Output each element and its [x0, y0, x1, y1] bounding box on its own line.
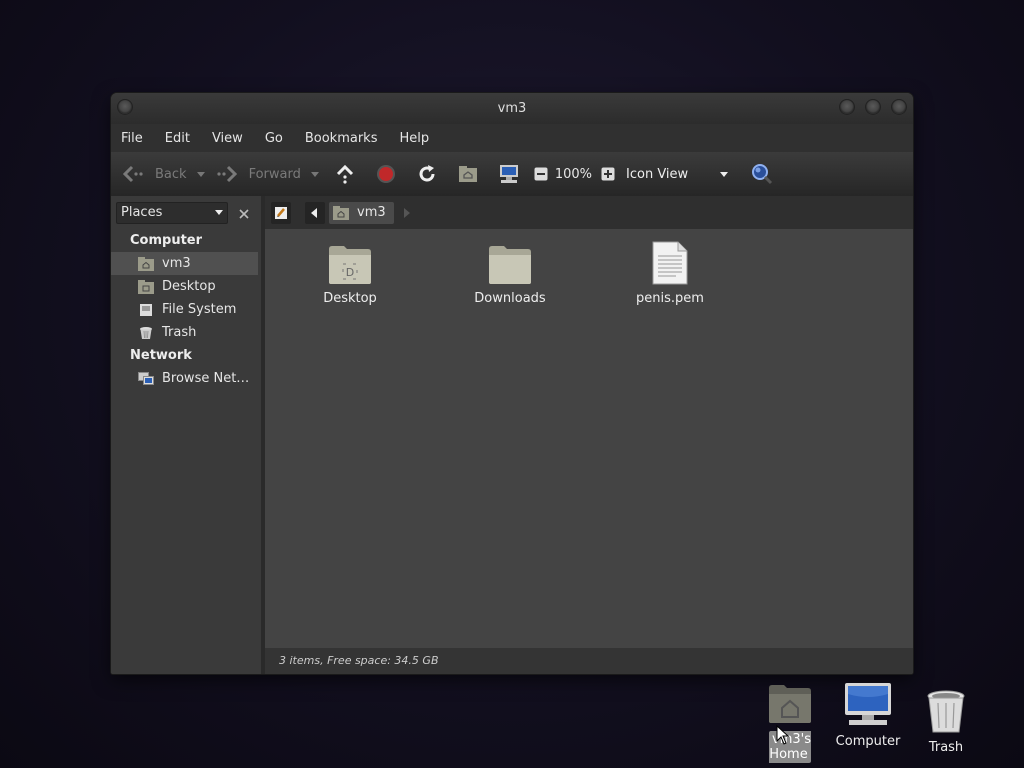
close-sidebar-icon[interactable]	[237, 206, 251, 220]
view-mode-label: Icon View	[626, 166, 689, 182]
zoom-in-icon[interactable]	[596, 162, 620, 186]
folder-icon	[450, 239, 570, 285]
places-selector-label: Places	[121, 205, 163, 220]
menu-bookmarks[interactable]: Bookmarks	[305, 131, 378, 146]
sidebar-item-trash[interactable]: Trash	[111, 321, 261, 344]
back-button[interactable]: Back	[121, 162, 187, 186]
chevron-down-icon	[215, 210, 223, 215]
search-icon[interactable]	[750, 162, 774, 186]
back-label: Back	[155, 166, 187, 182]
menu-view[interactable]: View	[212, 131, 243, 146]
desktop-icon-trash[interactable]: Trash	[914, 690, 978, 755]
toolbar: Back Forward 100% Icon View	[111, 152, 913, 196]
sidebar-item-label: Desktop	[162, 279, 216, 294]
reload-icon[interactable]	[415, 162, 439, 186]
sidebar-header: Places	[111, 196, 261, 229]
chevron-down-icon	[720, 171, 729, 177]
file-manager-window: vm3 File Edit View Go Bookmarks Help Bac…	[111, 93, 913, 674]
menu-file[interactable]: File	[121, 131, 143, 146]
svg-text:D: D	[346, 266, 354, 279]
minimize-button[interactable]	[839, 99, 855, 115]
sidebar-item-file-system[interactable]: File System	[111, 298, 261, 321]
home-icon[interactable]	[456, 162, 480, 186]
sidebar-section-computer: Computer	[130, 233, 203, 248]
desktop-icon-home[interactable]: vm3's Home	[748, 684, 832, 763]
sidebar-item-browse-network[interactable]: Browse Net…	[111, 367, 261, 390]
mouse-pointer-icon	[776, 724, 790, 749]
file-view[interactable]: D Desktop Downloads penis.pem	[265, 229, 913, 648]
file-item-downloads[interactable]: Downloads	[450, 239, 570, 306]
up-icon[interactable]	[333, 162, 357, 186]
stop-icon[interactable]	[374, 162, 398, 186]
home-folder-icon	[138, 256, 154, 272]
desktop-icon	[138, 279, 154, 295]
path-scroll-left-button[interactable]	[305, 201, 325, 224]
file-item-desktop[interactable]: D Desktop	[290, 239, 410, 306]
forward-history-dropdown[interactable]	[310, 171, 319, 177]
sidebar-item-desktop[interactable]: Desktop	[111, 275, 261, 298]
forward-label: Forward	[248, 166, 301, 182]
zoom-out-icon[interactable]	[529, 162, 553, 186]
back-history-dropdown[interactable]	[196, 171, 205, 177]
zoom-level: 100%	[554, 166, 593, 182]
maximize-button[interactable]	[865, 99, 881, 115]
sidebar-item-label: vm3	[162, 256, 191, 271]
status-bar: 3 items, Free space: 34.5 GB	[265, 648, 913, 674]
breadcrumb-label: vm3	[357, 205, 386, 220]
path-scroll-right-button[interactable]	[403, 203, 410, 222]
trash-icon	[914, 690, 978, 734]
file-name: penis.pem	[636, 291, 704, 306]
close-button[interactable]	[891, 99, 907, 115]
home-folder-icon	[333, 205, 349, 220]
title-bar[interactable]: vm3	[111, 93, 913, 124]
sidebar-item-label: Browse Net…	[162, 371, 250, 386]
file-item-penis-pem[interactable]: penis.pem	[610, 239, 730, 306]
sidebar-section-network: Network	[130, 348, 192, 363]
sidebar-item-label: Trash	[162, 325, 197, 340]
forward-button[interactable]: Forward	[215, 162, 301, 186]
sidebar-item-label: File System	[162, 302, 237, 317]
sidebar-item-vm3[interactable]: vm3	[111, 252, 258, 275]
path-bar: vm3	[265, 196, 913, 229]
file-name: Desktop	[323, 291, 377, 306]
sidebar: Places Computer vm3 Desktop File System …	[111, 196, 265, 674]
edit-location-icon[interactable]	[271, 201, 291, 224]
menu-edit[interactable]: Edit	[165, 131, 190, 146]
back-arrow-icon	[121, 162, 145, 186]
computer-icon	[834, 682, 902, 726]
file-name: Downloads	[474, 291, 546, 306]
trash-icon	[138, 325, 154, 341]
computer-icon[interactable]	[497, 162, 521, 186]
desktop-folder-icon: D	[290, 239, 410, 285]
home-folder-icon	[748, 684, 832, 724]
forward-arrow-icon	[215, 162, 239, 186]
breadcrumb-vm3[interactable]: vm3	[329, 201, 394, 224]
menu-help[interactable]: Help	[399, 131, 429, 146]
drive-icon	[138, 302, 154, 318]
places-selector[interactable]: Places	[116, 201, 228, 224]
view-mode-select[interactable]: Icon View	[626, 167, 738, 182]
text-file-icon	[610, 239, 730, 285]
window-title: vm3	[497, 101, 527, 116]
menu-bar: File Edit View Go Bookmarks Help	[111, 124, 913, 152]
window-menu-button[interactable]	[117, 99, 133, 115]
desktop-icon-label: Trash	[928, 740, 964, 755]
menu-go[interactable]: Go	[265, 131, 283, 146]
desktop-icon-label: Computer	[835, 734, 901, 749]
desktop-icon-computer[interactable]: Computer	[834, 682, 902, 749]
network-icon	[138, 371, 154, 387]
main-area: Places Computer vm3 Desktop File System …	[111, 196, 913, 674]
